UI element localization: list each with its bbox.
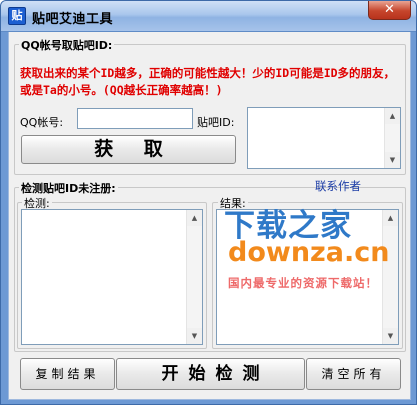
qq-label: QQ帐号:: [20, 116, 64, 129]
scroll-up-icon[interactable]: ▲: [187, 210, 202, 226]
fetch-button[interactable]: 获 取: [21, 135, 236, 164]
app-window: 贴 贴吧艾迪工具 ✕ QQ帐号取贴吧ID: 获取出来的某个ID越多，正确的可能性…: [0, 0, 417, 405]
scroll-down-icon[interactable]: ▼: [187, 328, 202, 344]
scroll-down-icon[interactable]: ▼: [383, 328, 398, 344]
scroll-down-icon[interactable]: ▼: [385, 152, 400, 168]
start-detect-button[interactable]: 开始检测: [116, 358, 305, 390]
close-button[interactable]: ✕: [368, 1, 411, 20]
window-title: 贴吧艾迪工具: [32, 12, 114, 27]
tieba-id-scrollbar[interactable]: ▲ ▼: [384, 108, 400, 168]
copy-result-button[interactable]: 复制结果: [20, 358, 115, 390]
scroll-up-icon[interactable]: ▲: [383, 210, 398, 226]
scroll-up-icon[interactable]: ▲: [385, 108, 400, 124]
qq-lookup-legend: QQ帐号取贴吧ID:: [19, 37, 115, 53]
contact-author-link[interactable]: 联系作者: [315, 178, 361, 194]
detect-group-legend: 检测贴吧ID未注册:: [19, 180, 118, 196]
tieba-id-output[interactable]: ▲ ▼: [247, 107, 401, 169]
result-output-box[interactable]: ▲ ▼: [216, 209, 399, 345]
qq-input[interactable]: [77, 108, 193, 129]
client-area: QQ帐号取贴吧ID: 获取出来的某个ID越多，正确的可能性越大！少的ID可能是I…: [8, 32, 411, 400]
title-bar[interactable]: 贴 贴吧艾迪工具 ✕: [1, 1, 416, 32]
clear-all-button[interactable]: 清空所有: [306, 358, 401, 390]
result-scrollbar[interactable]: ▲ ▼: [382, 210, 398, 344]
tieba-id-label: 贴吧ID:: [197, 116, 235, 129]
accuracy-note: 获取出来的某个ID越多，正确的可能性越大！少的ID可能是ID多的朋友，或是Ta的…: [20, 66, 396, 97]
app-logo-icon: 贴: [8, 7, 26, 25]
detect-input-box[interactable]: ▲ ▼: [21, 209, 203, 345]
detect-input-scrollbar[interactable]: ▲ ▼: [186, 210, 202, 344]
